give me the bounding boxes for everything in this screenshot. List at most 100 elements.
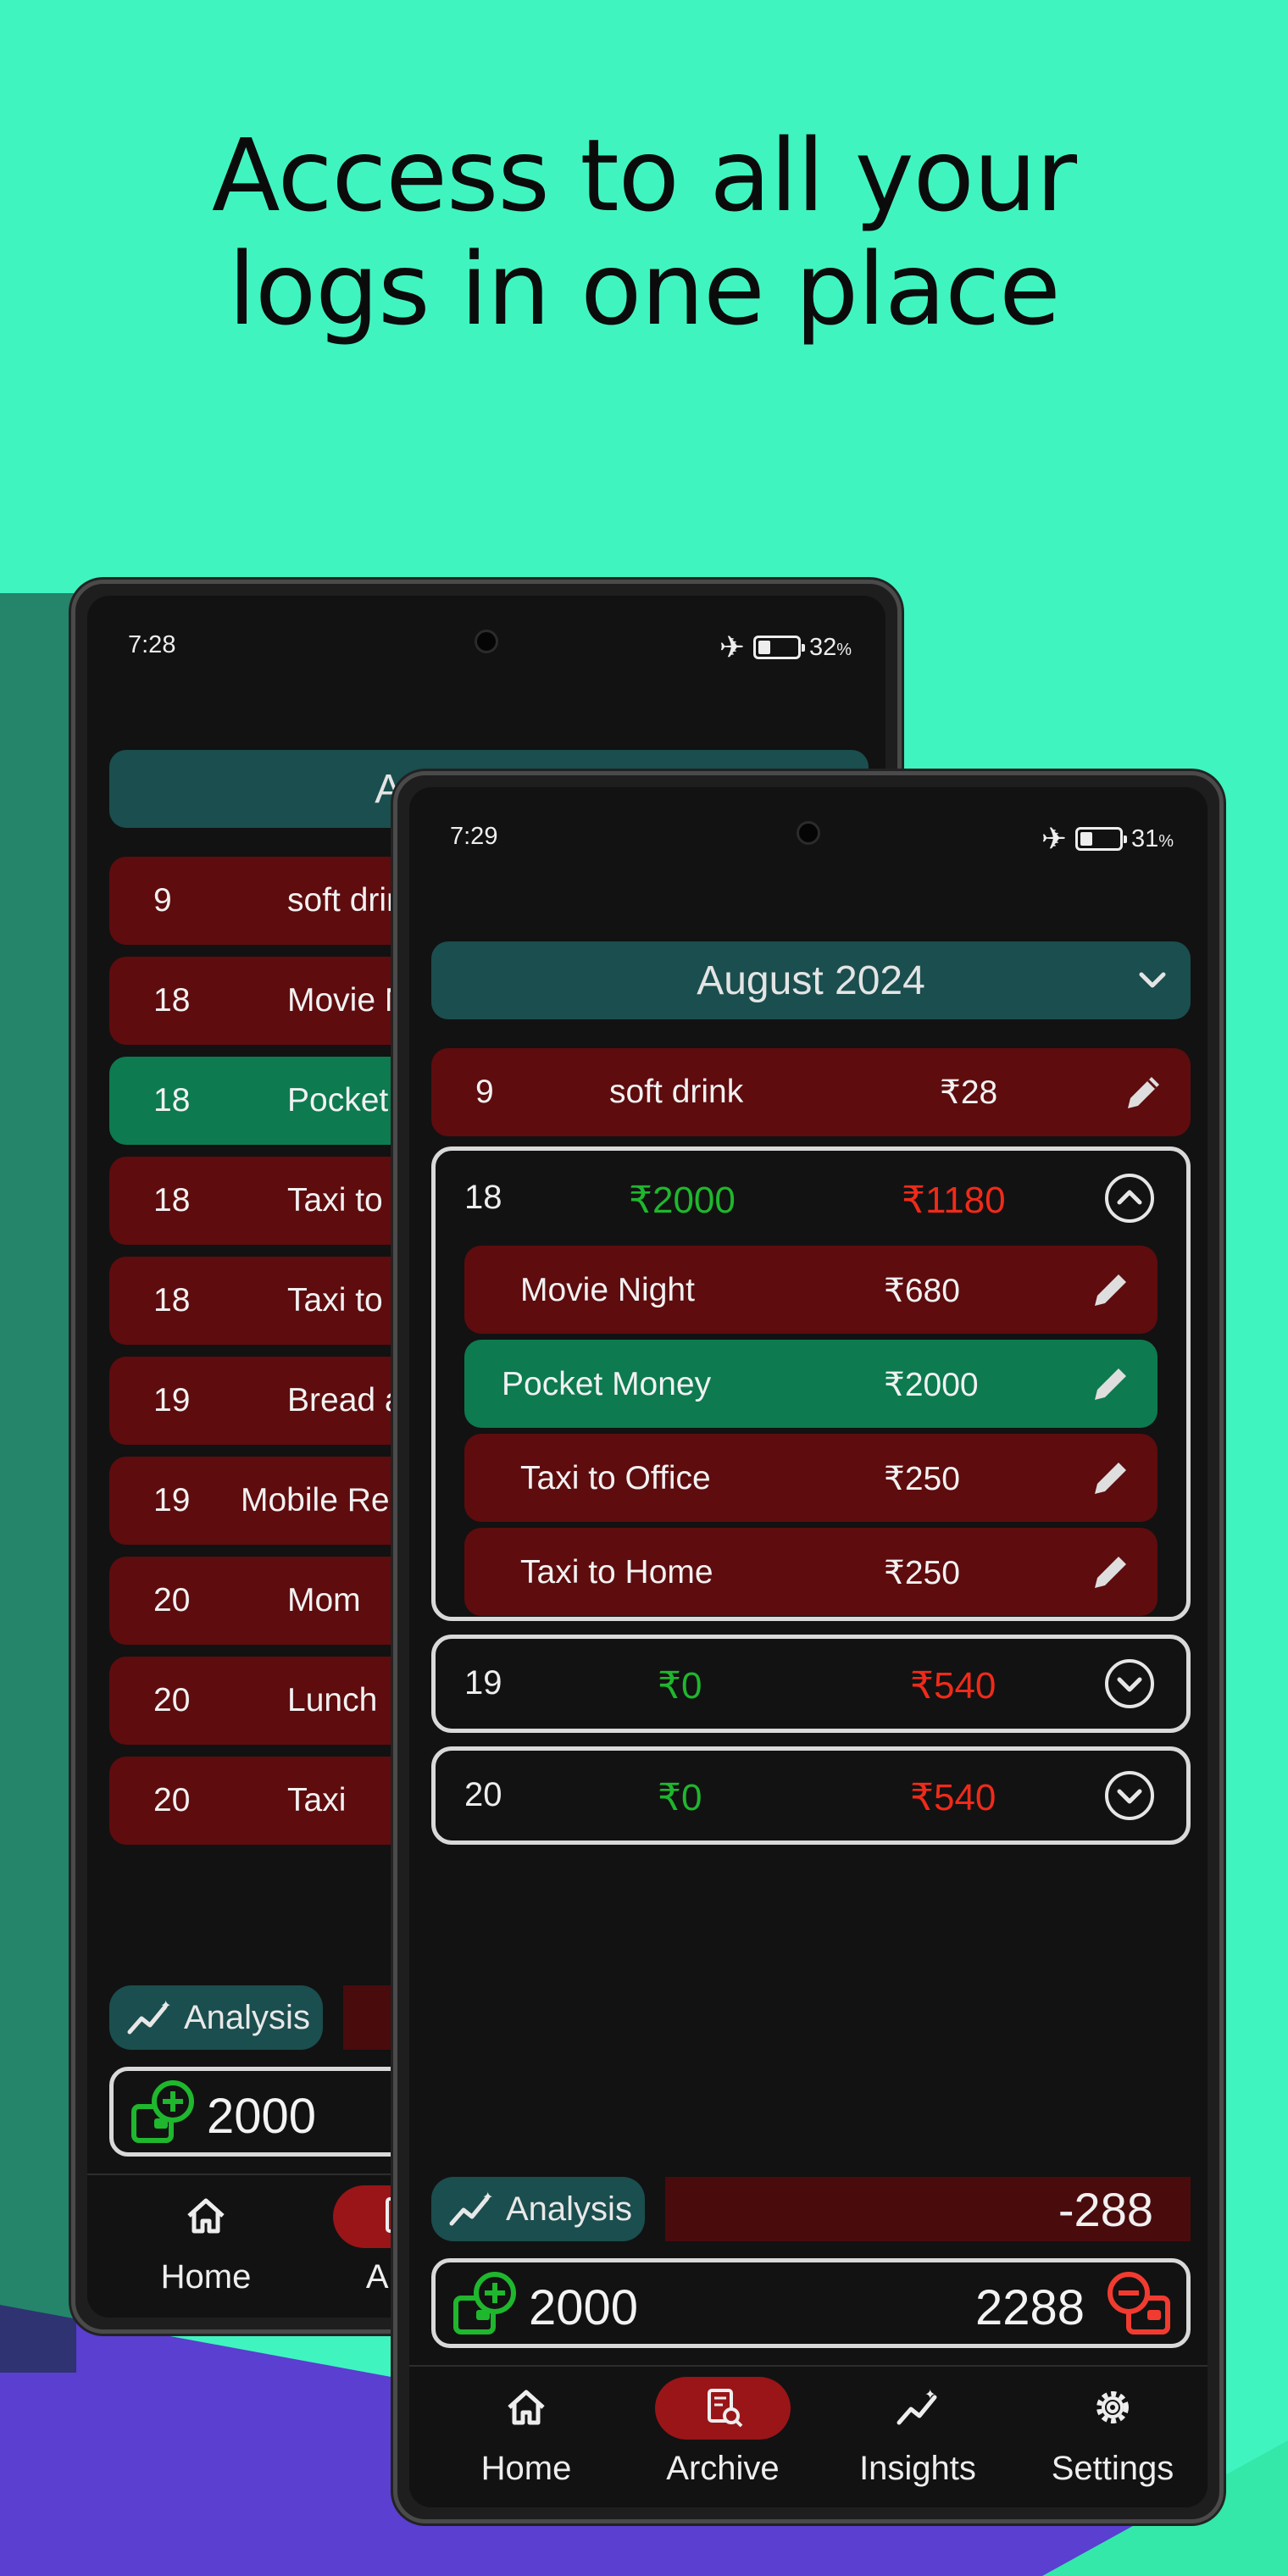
day-expense: ₹540 <box>910 1665 997 1707</box>
analysis-button[interactable]: ✦ Analysis <box>431 2177 645 2241</box>
income-total: 2000 <box>207 2089 317 2144</box>
day-number: 19 <box>464 1664 502 1702</box>
day-summary-header[interactable]: 19 ₹0 ₹540 <box>436 1636 1186 1729</box>
nav-home-label: Home <box>160 2258 252 2296</box>
nav-insights-label: Insights <box>859 2450 976 2487</box>
status-time: 7:28 <box>128 631 176 658</box>
month-label: August 2024 <box>697 958 925 1003</box>
battery-level: 31 <box>1130 824 1159 852</box>
day-summary-header[interactable]: 20 ₹0 ₹540 <box>436 1748 1186 1841</box>
expense-total: 2288 <box>974 2280 1085 2335</box>
svg-text:✦: ✦ <box>160 1999 171 2013</box>
camera-hole <box>475 630 498 653</box>
totals-bar: 2000 2288 <box>431 2258 1191 2348</box>
net-balance: -288 <box>665 2177 1191 2241</box>
battery-icon <box>752 636 805 659</box>
svg-text:✦: ✦ <box>482 2190 493 2205</box>
day-income: ₹0 <box>658 1777 702 1818</box>
entry-name: Mobile Re <box>241 1482 390 1518</box>
chevron-up-circle-icon[interactable] <box>1103 1172 1156 1224</box>
analysis-icon: ✦ <box>127 1999 171 2035</box>
day-summary-header[interactable]: 18 ₹2000 ₹1180 <box>436 1151 1186 1244</box>
front-phone: 7:29 ✈ 31% August 2024 9 soft drink ₹28 … <box>393 771 1224 2523</box>
status-time: 7:29 <box>450 823 498 850</box>
analysis-button[interactable]: ✦ Analysis <box>109 1985 323 2050</box>
nav-home-label: Home <box>480 2450 572 2487</box>
battery-level: 32 <box>808 633 837 661</box>
entry-amount: ₹250 <box>884 1461 960 1497</box>
nav-settings-label: Settings <box>1051 2450 1174 2487</box>
home-icon <box>508 2390 545 2425</box>
home-icon <box>187 2198 225 2234</box>
chevron-down-circle-icon[interactable] <box>1103 1769 1156 1822</box>
entry-day: 18 <box>153 1182 191 1219</box>
entry-day: 20 <box>153 1782 191 1818</box>
nav-home[interactable]: Home <box>104 2175 308 2318</box>
nav-archive-label: Archive <box>666 2450 780 2487</box>
headline: Access to all your logs in one place <box>0 119 1288 346</box>
headline-line-2: logs in one place <box>228 230 1061 347</box>
collapsed-day-group[interactable]: 19 ₹0 ₹540 <box>431 1635 1191 1733</box>
status-icons: ✈ 31% <box>1041 821 1174 857</box>
day-income: ₹0 <box>658 1665 702 1707</box>
analysis-label: Analysis <box>506 2190 632 2228</box>
entry-day: 9 <box>153 882 172 919</box>
entry-day: 20 <box>153 1682 191 1718</box>
income-total: 2000 <box>529 2280 639 2335</box>
bottom-nav: Home Archive ✦ Insights Settings <box>409 2365 1208 2507</box>
day-entry-row[interactable]: Movie Night ₹680 <box>464 1246 1158 1334</box>
entry-row[interactable]: 9 soft drink ₹28 <box>431 1048 1191 1136</box>
entry-day: 19 <box>153 1482 191 1518</box>
entry-amount: ₹2000 <box>884 1367 979 1403</box>
edit-pencil-icon[interactable] <box>1090 1363 1132 1405</box>
entry-day: 18 <box>153 1282 191 1319</box>
day-entry-row[interactable]: Pocket Money ₹2000 <box>464 1340 1158 1428</box>
nav-home[interactable]: Home <box>425 2367 628 2507</box>
insights-icon: ✦ <box>897 2388 937 2425</box>
edit-pencil-icon[interactable] <box>1090 1551 1132 1593</box>
battery-unit: % <box>836 640 852 659</box>
gear-icon <box>1096 2391 1129 2423</box>
front-phone-screen: 7:29 ✈ 31% August 2024 9 soft drink ₹28 … <box>409 787 1208 2507</box>
edit-pencil-icon[interactable] <box>1090 1457 1132 1499</box>
battery-icon <box>1074 827 1127 851</box>
edit-pencil-icon[interactable] <box>1123 1071 1165 1113</box>
headline-line-1: Access to all your <box>211 117 1077 234</box>
add-income-icon[interactable] <box>129 2078 200 2149</box>
airplane-mode-icon: ✈ <box>719 630 745 664</box>
entry-day: 18 <box>153 1082 191 1119</box>
analysis-label: Analysis <box>184 1998 310 2036</box>
add-expense-icon[interactable] <box>1103 2269 1174 2340</box>
entry-name: Taxi to Office <box>520 1460 711 1496</box>
expanded-day-group: 18 ₹2000 ₹1180 Movie Night ₹680 Pocket Mon… <box>431 1146 1191 1621</box>
entry-name: Movie Night <box>520 1272 695 1308</box>
nav-archive[interactable]: Archive <box>621 2367 824 2507</box>
day-entry-row[interactable]: Taxi to Home ₹250 <box>464 1528 1158 1616</box>
chevron-down-circle-icon[interactable] <box>1103 1657 1156 1710</box>
edit-pencil-icon[interactable] <box>1090 1269 1132 1311</box>
status-bar: 7:28 ✈ 32% <box>87 596 886 672</box>
airplane-mode-icon: ✈ <box>1041 821 1067 856</box>
entry-day: 19 <box>153 1382 191 1418</box>
archive-search-icon <box>708 2389 743 2428</box>
nav-settings[interactable]: Settings <box>1011 2367 1208 2507</box>
entry-amount: ₹680 <box>884 1273 960 1309</box>
day-expense: ₹1180 <box>902 1180 1006 1221</box>
collapsed-day-group[interactable]: 20 ₹0 ₹540 <box>431 1746 1191 1845</box>
day-number: 18 <box>464 1179 502 1216</box>
entry-name: soft drink <box>609 1074 744 1110</box>
entry-day: 9 <box>475 1074 494 1110</box>
entry-day: 20 <box>153 1582 191 1618</box>
status-icons: ✈ 32% <box>719 630 852 665</box>
entry-name: Taxi <box>287 1782 347 1818</box>
day-entry-row[interactable]: Taxi to Office ₹250 <box>464 1434 1158 1522</box>
add-income-icon[interactable] <box>451 2269 522 2340</box>
nav-insights[interactable]: ✦ Insights <box>816 2367 1019 2507</box>
svg-text:✦: ✦ <box>924 2388 935 2402</box>
entry-name: Pocket Money <box>502 1366 712 1402</box>
day-expense: ₹540 <box>910 1777 997 1818</box>
analysis-icon: ✦ <box>449 2190 493 2226</box>
entry-amount: ₹250 <box>884 1555 960 1591</box>
month-selector[interactable]: August 2024 <box>431 941 1191 1019</box>
entry-amount: ₹28 <box>940 1074 998 1111</box>
